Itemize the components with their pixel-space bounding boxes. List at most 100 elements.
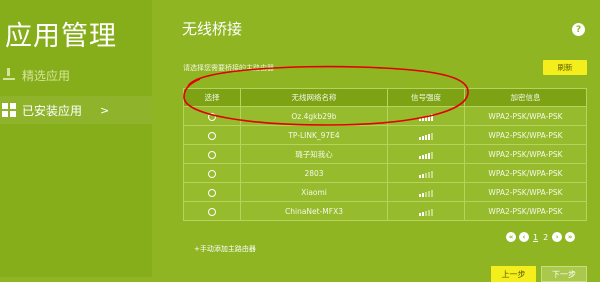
sidebar-item-featured-apps[interactable]: 精选应用 (0, 61, 152, 89)
refresh-button[interactable]: 刷新 (543, 60, 587, 75)
signal-bar (419, 136, 421, 140)
signal-bar (425, 210, 427, 216)
column-header-select: 选择 (183, 88, 241, 107)
security-cell: WPA2-PSK/WPA-PSK (464, 106, 587, 126)
previous-step-button[interactable]: 上一步 (491, 266, 536, 282)
signal-bar (431, 170, 433, 178)
security-cell: WPA2-PSK/WPA-PSK (464, 144, 587, 164)
signal-bar (431, 189, 433, 197)
help-icon[interactable]: ? (572, 23, 585, 36)
table-row[interactable]: 2803 WPA2-PSK/WPA-PSK (183, 163, 587, 183)
signal-cell (387, 125, 465, 145)
security-cell: WPA2-PSK/WPA-PSK (464, 163, 587, 183)
next-page-button[interactable]: › (552, 232, 563, 242)
signal-bar (431, 208, 433, 216)
table-row[interactable]: TP-LINK_97E4 WPA2-PSK/WPA-PSK (183, 125, 587, 145)
ssid-cell: ChinaNet-MFX3 (240, 201, 388, 221)
wifi-table: 选择 无线网络名称 信号强度 加密信息 Oz.4gkb29b WPA2-PSK/W… (183, 88, 587, 221)
signal-strength-icon (419, 208, 433, 216)
security-cell: WPA2-PSK/WPA-PSK (464, 125, 587, 145)
signal-strength-icon (419, 113, 433, 121)
next-step-button[interactable]: 下一步 (541, 266, 587, 282)
select-cell[interactable] (183, 144, 241, 164)
signal-bar (428, 133, 430, 140)
table-row[interactable]: ChinaNet-MFX3 WPA2-PSK/WPA-PSK (183, 201, 587, 221)
wifi-table-body: Oz.4gkb29b WPA2-PSK/WPA-PSK TP-LINK_97E4 WP… (183, 106, 587, 221)
table-row[interactable]: 璐子知我心 WPA2-PSK/WPA-PSK (183, 144, 587, 164)
signal-bar (425, 172, 427, 178)
sidebar-item-installed-apps[interactable]: 已安装应用 > (0, 96, 152, 124)
signal-bar (428, 209, 430, 216)
radio-button[interactable] (208, 188, 216, 197)
signal-bar (428, 114, 430, 121)
select-cell[interactable] (183, 106, 241, 126)
signal-bar (419, 212, 421, 216)
ssid-cell: Oz.4gkb29b (240, 106, 388, 126)
ssid-cell: 2803 (240, 163, 388, 183)
main-panel: 无线桥接 ? 请选择您需要桥接的主路由器 刷新 选择 无线网络名称 信号强度 加… (152, 0, 600, 282)
ssid-cell: TP-LINK_97E4 (240, 125, 388, 145)
signal-bar (431, 132, 433, 140)
ssid-cell: 璐子知我心 (240, 144, 388, 164)
signal-bar (422, 116, 424, 121)
signal-bar (425, 115, 427, 121)
signal-cell (387, 163, 465, 183)
signal-cell (387, 144, 465, 164)
signal-bar (419, 155, 421, 159)
download-icon (2, 68, 16, 82)
security-cell: WPA2-PSK/WPA-PSK (464, 182, 587, 202)
signal-cell (387, 182, 465, 202)
signal-bar (422, 135, 424, 140)
signal-cell (387, 106, 465, 126)
table-header-row: 选择 无线网络名称 信号强度 加密信息 (183, 88, 587, 107)
signal-strength-icon (419, 170, 433, 178)
page-number[interactable]: 1 (533, 233, 538, 242)
sidebar-item-label: 精选应用 (22, 68, 71, 83)
signal-bar (419, 193, 421, 197)
signal-bar (431, 113, 433, 121)
select-cell[interactable] (183, 182, 241, 202)
radio-button[interactable] (208, 169, 216, 178)
signal-bar (428, 171, 430, 178)
radio-button[interactable] (208, 112, 216, 121)
add-router-link[interactable]: +手动添加主路由器 (194, 244, 256, 254)
chevron-right-icon: > (100, 103, 110, 117)
select-cell[interactable] (183, 163, 241, 183)
radio-button[interactable] (208, 131, 216, 140)
table-row[interactable]: Oz.4gkb29b WPA2-PSK/WPA-PSK (183, 106, 587, 126)
signal-bar (419, 174, 421, 178)
signal-bar (422, 211, 424, 216)
signal-bar (422, 154, 424, 159)
sidebar-title: 应用管理 (5, 21, 117, 52)
signal-bar (422, 173, 424, 178)
signal-strength-icon (419, 151, 433, 159)
select-cell[interactable] (183, 125, 241, 145)
radio-button[interactable] (208, 207, 216, 216)
signal-cell (387, 201, 465, 221)
signal-bar (428, 152, 430, 159)
signal-bar (422, 192, 424, 197)
select-cell[interactable] (183, 201, 241, 221)
signal-bar (425, 134, 427, 140)
signal-bar (425, 191, 427, 197)
column-header-ssid: 无线网络名称 (240, 88, 388, 107)
signal-strength-icon (419, 132, 433, 140)
sidebar-item-label: 已安装应用 (22, 103, 83, 118)
prev-page-button[interactable]: ‹ (519, 232, 529, 242)
sidebar: 应用管理 精选应用 已安装应用 > (0, 0, 152, 277)
last-page-button[interactable]: » (565, 232, 576, 242)
select-prompt: 请选择您需要桥接的主路由器 (183, 64, 274, 72)
signal-bar (431, 151, 433, 159)
page-title: 无线桥接 (182, 20, 243, 38)
table-row[interactable]: Xiaomi WPA2-PSK/WPA-PSK (183, 182, 587, 202)
radio-button[interactable] (208, 150, 216, 159)
first-page-button[interactable]: « (506, 232, 516, 242)
signal-bar (428, 190, 430, 197)
pagination: « ‹ 1 2 › » (506, 232, 576, 242)
ssid-cell: Xiaomi (240, 182, 388, 202)
column-header-security: 加密信息 (464, 88, 587, 107)
signal-strength-icon (419, 189, 433, 197)
column-header-signal: 信号强度 (387, 88, 465, 107)
grid-icon (2, 103, 16, 117)
page-number[interactable]: 2 (543, 233, 548, 242)
